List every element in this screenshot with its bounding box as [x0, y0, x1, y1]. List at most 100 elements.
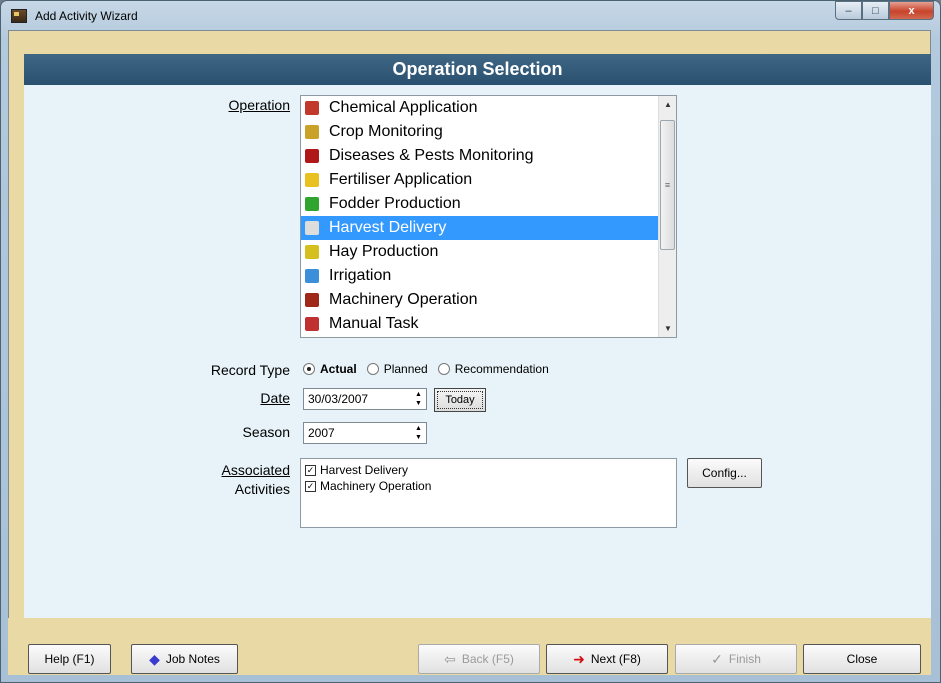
finish-button-label: Finish	[728, 652, 761, 666]
radio-planned-indicator[interactable]	[366, 363, 379, 375]
operation-item-label: Irrigation	[329, 267, 392, 284]
next-button-label: Next (F8)	[590, 652, 641, 666]
close-window-button[interactable]: x	[889, 1, 934, 20]
operation-list: Chemical Application Crop Monitoring Disea…	[301, 96, 676, 336]
operation-item-label: Machinery Operation	[329, 291, 478, 308]
checkbox-checked-icon[interactable]: ✓	[305, 464, 316, 476]
operation-item[interactable]: Harvest Delivery	[301, 216, 676, 240]
close-button[interactable]: Close	[803, 644, 921, 674]
window-controls: – □ x	[835, 1, 934, 20]
associated-activities-label: Associated Activities	[150, 461, 290, 499]
date-value: 30/03/2007	[308, 392, 369, 406]
operation-label-text: Operation	[228, 97, 290, 113]
checkmark-icon: ✓	[711, 650, 723, 667]
spin-up-icon[interactable]: ▲	[412, 424, 425, 433]
scroll-thumb[interactable]: ≡	[660, 120, 675, 250]
operation-item[interactable]: Chemical Application	[301, 96, 676, 120]
spin-down-icon[interactable]: ▼	[412, 399, 425, 408]
date-label: Date	[180, 390, 290, 406]
operation-item-label: Chemical Application	[329, 99, 478, 116]
radio-recommendation[interactable]: Recommendation	[437, 362, 549, 376]
operation-item-label: Hay Production	[329, 243, 439, 260]
next-arrow-icon: ➜	[573, 650, 585, 667]
assoc-item-machinery-operation[interactable]: ✓ Machinery Operation	[305, 478, 672, 494]
fertiliser-bag-icon	[305, 173, 319, 187]
window-title: Add Activity Wizard	[35, 9, 138, 23]
date-label-text: Date	[260, 390, 290, 406]
job-notes-label: Job Notes	[165, 652, 220, 666]
season-spin-arrows[interactable]: ▲ ▼	[412, 424, 425, 442]
associated-label-line2: Activities	[234, 481, 290, 497]
date-spinner[interactable]: 30/03/2007 ▲ ▼	[303, 388, 427, 410]
operation-item[interactable]: Fertiliser Application	[301, 168, 676, 192]
radio-planned-label: Planned	[383, 362, 428, 376]
back-button-label: Back (F5)	[461, 652, 514, 666]
spin-up-icon[interactable]: ▲	[412, 390, 425, 399]
back-arrow-icon: ⇦	[444, 650, 456, 667]
job-notes-button[interactable]: ◆ Job Notes	[131, 644, 238, 674]
help-button-label: Help (F1)	[44, 652, 95, 666]
radio-recommendation-indicator[interactable]	[437, 363, 450, 375]
close-button-label: Close	[846, 652, 878, 666]
checkbox-checked-icon[interactable]: ✓	[305, 480, 316, 492]
assoc-item-label: Machinery Operation	[320, 479, 432, 493]
associated-label-line1: Associated	[221, 462, 290, 478]
water-drop-icon	[305, 269, 319, 283]
today-button-label: Today	[445, 394, 475, 406]
spin-down-icon[interactable]: ▼	[412, 433, 425, 442]
maximize-button[interactable]: □	[862, 1, 889, 20]
tractor-icon	[305, 293, 319, 307]
operation-item[interactable]: Machinery Operation	[301, 288, 676, 312]
bug-icon	[305, 149, 319, 163]
radio-actual-indicator[interactable]	[303, 363, 315, 375]
today-button[interactable]: Today	[434, 388, 486, 412]
operation-item-label: Fodder Production	[329, 195, 461, 212]
operation-item-label: Fertiliser Application	[329, 171, 473, 188]
date-spin-arrows[interactable]: ▲ ▼	[412, 390, 425, 408]
operation-item[interactable]: Manual Task	[301, 312, 676, 336]
season-value: 2007	[308, 426, 335, 440]
diamond-icon: ◆	[149, 650, 160, 667]
page-title: Operation Selection	[24, 54, 931, 85]
operation-item-label: Diseases & Pests Monitoring	[329, 147, 534, 164]
fodder-icon	[305, 197, 319, 211]
assoc-item-label: Harvest Delivery	[320, 463, 409, 477]
radio-actual[interactable]: Actual	[303, 362, 357, 376]
next-button[interactable]: ➜ Next (F8)	[546, 644, 668, 674]
radio-actual-label: Actual	[320, 362, 357, 376]
title-bar[interactable]: Add Activity Wizard – □ x	[1, 1, 940, 31]
operation-item[interactable]: Hay Production	[301, 240, 676, 264]
operation-item-label: Crop Monitoring	[329, 123, 443, 140]
radio-recommendation-label: Recommendation	[454, 362, 549, 376]
app-icon	[11, 9, 27, 23]
minimize-button[interactable]: –	[835, 1, 862, 20]
help-button[interactable]: Help (F1)	[28, 644, 111, 674]
radio-planned[interactable]: Planned	[366, 362, 428, 376]
record-type-group: Actual Planned Recommendation	[303, 362, 559, 376]
magnifier-icon	[305, 125, 319, 139]
operation-label: Operation	[180, 97, 290, 113]
harvest-icon	[305, 221, 319, 235]
operation-item[interactable]: Diseases & Pests Monitoring	[301, 144, 676, 168]
operation-item-label: Manual Task	[329, 315, 419, 332]
scroll-up-arrow-icon[interactable]: ▲	[659, 96, 676, 113]
operation-scrollbar[interactable]: ▲ ≡ ▼	[658, 96, 676, 337]
assoc-item-harvest-delivery[interactable]: ✓ Harvest Delivery	[305, 462, 672, 478]
finish-button[interactable]: ✓ Finish	[675, 644, 797, 674]
record-type-label: Record Type	[210, 362, 290, 378]
scroll-down-arrow-icon[interactable]: ▼	[659, 320, 676, 337]
operation-item[interactable]: Crop Monitoring	[301, 120, 676, 144]
config-button-label: Config...	[702, 466, 747, 480]
back-button[interactable]: ⇦ Back (F5)	[418, 644, 540, 674]
hand-tool-icon	[305, 317, 319, 331]
operation-listbox[interactable]: Chemical Application Crop Monitoring Disea…	[300, 95, 677, 338]
operation-item[interactable]: Irrigation	[301, 264, 676, 288]
operation-item-label: Harvest Delivery	[329, 219, 447, 236]
season-spinner[interactable]: 2007 ▲ ▼	[303, 422, 427, 444]
chemical-icon	[305, 101, 319, 115]
hay-bale-icon	[305, 245, 319, 259]
config-button[interactable]: Config...	[687, 458, 762, 488]
associated-activities-list[interactable]: ✓ Harvest Delivery ✓ Machinery Operation	[300, 458, 677, 528]
operation-item[interactable]: Fodder Production	[301, 192, 676, 216]
season-label: Season	[242, 424, 290, 440]
